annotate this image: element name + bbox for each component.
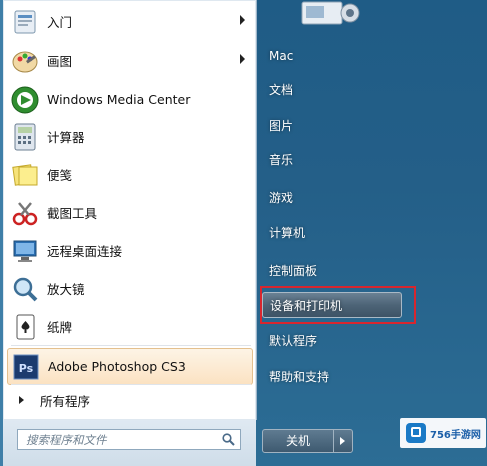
annotation-highlight-box	[260, 286, 416, 324]
place-games[interactable]: 游戏	[262, 185, 402, 211]
place-music[interactable]: 音乐	[262, 147, 402, 173]
program-snipping-tool[interactable]: 截图工具	[7, 194, 253, 231]
search-icon[interactable]	[222, 433, 235, 446]
program-label: 纸牌	[47, 320, 73, 335]
submenu-arrow-icon[interactable]	[240, 54, 245, 64]
place-pictures[interactable]: 图片	[262, 113, 402, 139]
program-media-center[interactable]: Windows Media Center	[7, 81, 253, 118]
divider	[11, 345, 251, 346]
program-calculator[interactable]: 计算器	[7, 118, 253, 155]
search-placeholder: 搜索程序和文件	[26, 433, 107, 447]
place-help-and-support[interactable]: 帮助和支持	[262, 364, 402, 390]
program-label: 入门	[47, 15, 73, 30]
place-control-panel[interactable]: 控制面板	[262, 258, 402, 284]
search-area: 搜索程序和文件	[3, 420, 256, 466]
divider	[11, 384, 251, 385]
program-photoshop[interactable]: Ps Adobe Photoshop CS3	[7, 348, 253, 385]
sticky-notes-icon	[9, 159, 41, 191]
program-sticky-notes[interactable]: 便笺	[7, 156, 253, 193]
snipping-tool-icon	[9, 197, 41, 229]
program-label: Windows Media Center	[47, 92, 191, 107]
calculator-icon	[9, 121, 41, 153]
search-input[interactable]: 搜索程序和文件	[17, 429, 241, 450]
all-programs-label: 所有程序	[40, 393, 91, 409]
watermark-logo-icon	[406, 423, 426, 443]
program-remote-desktop[interactable]: 远程桌面连接	[7, 232, 253, 269]
place-default-programs[interactable]: 默认程序	[262, 328, 402, 354]
program-label: 远程桌面连接	[47, 244, 123, 259]
program-label: 便笺	[47, 168, 73, 183]
places-pane: Mac 文档 图片 音乐 游戏 计算机 控制面板 设备和打印机 默认程序 帮助和…	[256, 0, 406, 466]
watermark-text: 756手游网	[430, 429, 481, 441]
program-label: 计算器	[47, 130, 85, 145]
program-solitaire[interactable]: 纸牌	[7, 308, 253, 345]
program-paint[interactable]: 画图	[7, 42, 253, 79]
shutdown-options-button[interactable]	[333, 429, 353, 453]
media-center-icon	[9, 84, 41, 116]
program-label: Adobe Photoshop CS3	[48, 359, 186, 374]
programs-pane: 入门 画图 Windows Media Center 计算器 便笺 截图工具 远…	[3, 0, 257, 420]
place-user-folder[interactable]: Mac	[262, 43, 402, 69]
photoshop-icon: Ps	[10, 351, 42, 383]
watermark: 756手游网	[400, 418, 486, 448]
solitaire-icon	[9, 311, 41, 343]
svg-text:Ps: Ps	[19, 362, 34, 375]
program-label: 放大镜	[47, 282, 85, 297]
getting-started-icon	[9, 6, 41, 38]
magnifier-icon	[9, 273, 41, 305]
place-computer[interactable]: 计算机	[262, 220, 402, 246]
expand-arrow-icon	[19, 396, 24, 404]
place-documents[interactable]: 文档	[262, 77, 402, 103]
program-magnifier[interactable]: 放大镜	[7, 270, 253, 307]
program-getting-started[interactable]: 入门	[7, 3, 253, 40]
submenu-arrow-icon[interactable]	[240, 15, 245, 25]
shutdown-button[interactable]: 关机	[262, 429, 334, 453]
paint-icon	[9, 45, 41, 77]
all-programs-button[interactable]: 所有程序	[7, 387, 253, 413]
program-label: 截图工具	[47, 206, 98, 221]
program-label: 画图	[47, 54, 73, 69]
remote-desktop-icon	[9, 235, 41, 267]
